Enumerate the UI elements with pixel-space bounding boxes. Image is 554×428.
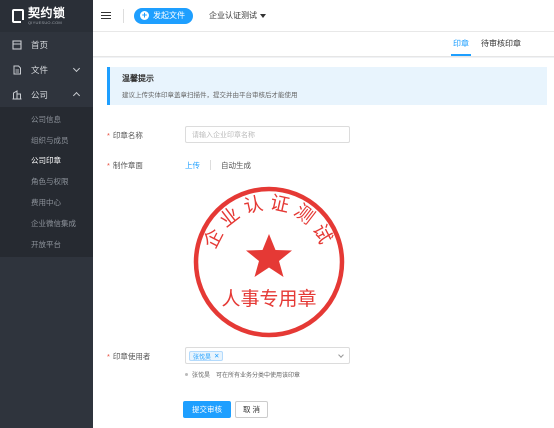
user-hint: 张忱昊 可在所有业务分类中使用该印章 (185, 370, 300, 379)
sidebar-item-label: 首页 (31, 39, 49, 50)
topbar: + 发起文件 企业认证测试 (93, 0, 554, 32)
logo-text: 契约锁 QIYUESUO.COM (28, 7, 66, 25)
sidebar-subitem-org-members[interactable]: 组织与成员 (0, 130, 93, 151)
sidebar-subitem-wecom[interactable]: 企业微信集成 (0, 213, 93, 234)
selected-user-tag: 张忱昊 ✕ (189, 351, 224, 361)
option-divider (210, 160, 211, 170)
sidebar-item-label: 公司 (31, 89, 49, 100)
tab-bar: 印章 待审核印章 (93, 32, 554, 57)
sidebar-item-file[interactable]: 文件 (0, 57, 93, 82)
sidebar-item-label: 文件 (31, 64, 49, 75)
tab-pending-seals[interactable]: 待审核印章 (481, 32, 521, 56)
seal-bottom-text: 人事专用章 (221, 288, 316, 310)
brand-sub: QIYUESUO.COM (28, 20, 62, 25)
file-icon (13, 65, 21, 74)
sidebar-subitem-company-seal[interactable]: 公司印章 (0, 151, 93, 172)
company-name: 企业认证测试 (209, 11, 257, 20)
chevron-down-icon (338, 352, 344, 358)
company-submenu: 公司信息 组织与成员 公司印章 角色与权限 费用中心 企业微信集成 开放平台 (0, 107, 93, 257)
main-panel: 温馨提示 建议上传实体印章盖章扫描件，提交并由平台审核后才能使用 * 印章名称 请… (93, 58, 554, 428)
topbar-divider (123, 8, 124, 23)
logo-icon (12, 9, 25, 24)
seal-face-label: * 制作章面 (107, 161, 143, 170)
sidebar-subitem-roles[interactable]: 角色与权限 (0, 171, 93, 192)
notice-desc: 建议上传实体印章盖章扫描件，提交并由平台审核后才能使用 (122, 92, 298, 99)
bullet-icon (185, 373, 188, 376)
selected-user-name: 张忱昊 (193, 354, 212, 361)
plus-icon: + (140, 10, 149, 20)
chevron-down-icon (72, 64, 81, 73)
sidebar: 契约锁 QIYUESUO.COM 首页 文件 公司 公司信息 组织与成员 公司印… (0, 0, 93, 428)
hint-user-name: 张忱昊 (192, 373, 211, 379)
send-file-label: 发起文件 (153, 11, 185, 20)
remove-tag-icon[interactable]: ✕ (214, 352, 219, 360)
home-icon (12, 39, 22, 50)
upload-option[interactable]: 上传 (185, 160, 200, 171)
seal-name-label: * 印章名称 (107, 131, 143, 140)
menu-toggle-icon[interactable] (101, 11, 111, 20)
send-file-button[interactable]: + 发起文件 (134, 7, 193, 24)
chevron-up-icon (72, 91, 81, 100)
seal-user-select[interactable]: 张忱昊 ✕ (185, 347, 350, 364)
seal-name-input[interactable]: 请输入企业印章名称 (185, 126, 350, 143)
caret-down-icon (260, 13, 266, 18)
logo[interactable]: 契约锁 QIYUESUO.COM (0, 0, 93, 32)
company-icon (12, 89, 22, 99)
brand-name: 契约锁 (28, 6, 66, 20)
tab-seals[interactable]: 印章 (451, 32, 471, 56)
sidebar-item-home[interactable]: 首页 (0, 32, 93, 57)
company-switcher[interactable]: 企业认证测试 (209, 10, 266, 21)
cancel-button[interactable]: 取 消 (235, 401, 268, 418)
seal-image: 企业认证测试 人事专用章 (193, 186, 345, 338)
sidebar-subitem-open-platform[interactable]: 开放平台 (0, 234, 93, 255)
auto-generate-option[interactable]: 自动生成 (221, 160, 251, 171)
notice-title: 温馨提示 (122, 74, 154, 83)
seal-name-placeholder: 请输入企业印章名称 (192, 131, 255, 139)
submit-review-button[interactable]: 提交审核 (183, 401, 231, 418)
sidebar-subitem-billing[interactable]: 费用中心 (0, 192, 93, 213)
seal-user-label: * 印章使用者 (107, 352, 151, 361)
star-icon (246, 234, 292, 277)
hint-text: 可在所有业务分类中使用该印章 (216, 373, 301, 379)
sidebar-subitem-company-info[interactable]: 公司信息 (0, 109, 93, 130)
sidebar-item-company[interactable]: 公司 (0, 82, 93, 107)
tip-notice: 温馨提示 建议上传实体印章盖章扫描件，提交并由平台审核后才能使用 (107, 67, 547, 105)
